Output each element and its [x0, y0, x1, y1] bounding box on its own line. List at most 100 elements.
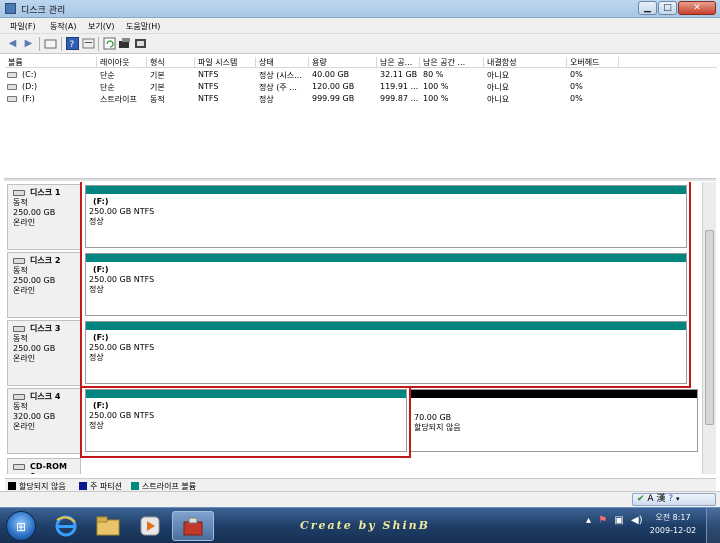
disk-1-size: 250.00 GB — [13, 208, 56, 217]
legend: 할당되지 않음 주 파티션 스트라이프 볼륨 — [5, 478, 716, 491]
volume-icon[interactable]: ◀) — [631, 515, 643, 526]
disk-4-type: 동적 — [13, 402, 28, 411]
disk-3-status: 온라인 — [13, 354, 36, 363]
cell-fault-tolerance: 아니요 — [487, 71, 510, 80]
disk-1-status: 온라인 — [13, 218, 36, 227]
volume-row-f[interactable]: (F:) 스트라이프 동적 NTFS 정상 999.99 GB 999.87 .… — [5, 94, 717, 105]
cell-overhead: 0% — [570, 94, 583, 103]
cell-filesystem: NTFS — [198, 94, 219, 103]
cell-fault-tolerance: 아니요 — [487, 83, 510, 92]
partition-detail: 70.00 GB — [414, 413, 452, 422]
legend-stripe-swatch — [131, 482, 139, 490]
cell-filesystem: NTFS — [198, 70, 219, 79]
disk-2-status: 온라인 — [13, 286, 36, 295]
disk-3-label[interactable]: 디스크 3 동적 250.00 GB 온라인 — [7, 320, 81, 386]
disk-view: 디스크 1 동적 250.00 GB 온라인 (F:) 250.00 GB NT… — [5, 182, 702, 474]
unallocated-bar — [411, 390, 697, 398]
scrollbar-thumb[interactable] — [705, 230, 714, 425]
hard-disk-icon — [13, 394, 25, 400]
cdrom-0-label[interactable]: CD-ROM 0 DVD (E:) — [7, 458, 81, 474]
close-button[interactable]: ✕ — [678, 1, 716, 15]
column-status[interactable]: 상태 — [256, 57, 309, 68]
toolbar-separator — [39, 37, 40, 51]
network-icon[interactable]: ▣ — [614, 515, 623, 526]
volume-list: 볼륨 레이아웃 형식 파일 시스템 상태 용량 남은 공... 남은 공간 ..… — [5, 56, 717, 176]
disk-2-label[interactable]: 디스크 2 동적 250.00 GB 온라인 — [7, 252, 81, 318]
column-capacity[interactable]: 용량 — [309, 57, 377, 68]
title-bar: 디스크 관리 ▁ □ ✕ — [0, 0, 720, 18]
menu-help[interactable]: 도움말(H) — [126, 21, 160, 32]
disk-2-size: 250.00 GB — [13, 276, 56, 285]
disk-3-type: 동적 — [13, 334, 28, 343]
taskbar-internet-explorer[interactable] — [46, 511, 86, 541]
maximize-button[interactable]: □ — [658, 1, 677, 15]
volume-row-c[interactable]: (C:) 단순 기본 NTFS 정상 (시스... 40.00 GB 32.11… — [5, 70, 717, 81]
up-level-icon[interactable] — [44, 37, 57, 50]
help-icon[interactable]: ? — [66, 37, 79, 50]
column-type[interactable]: 형식 — [147, 57, 195, 68]
watermark-text: Create by ShinB — [300, 519, 430, 532]
legend-unallocated-swatch — [8, 482, 16, 490]
disk-4-label[interactable]: 디스크 4 동적 320.00 GB 온라인 — [7, 388, 81, 454]
menu-action[interactable]: 동작(A) — [50, 21, 76, 32]
toolbar-separator — [98, 37, 99, 51]
cdrom-icon — [13, 464, 25, 470]
rescan-disks-icon[interactable] — [118, 37, 131, 50]
cell-capacity: 40.00 GB — [312, 70, 350, 79]
column-filesystem[interactable]: 파일 시스템 — [195, 57, 256, 68]
forward-icon[interactable]: ▶ — [22, 37, 35, 50]
cell-status: 정상 (시스... — [259, 71, 302, 80]
cell-percent-free: 80 % — [423, 70, 444, 79]
cell-layout: 스트라이프 — [100, 95, 137, 104]
properties-icon[interactable] — [82, 37, 95, 50]
highlight-disks-1-3 — [80, 182, 691, 388]
taskbar-computer-management[interactable] — [172, 511, 214, 541]
disk-2-name: 디스크 2 — [30, 256, 61, 265]
disk-name: CD-ROM 0 — [13, 462, 75, 474]
tray-expand-icon[interactable]: ▴ — [586, 515, 591, 526]
ime-options-icon[interactable]: ▾ — [676, 495, 680, 503]
settings-icon[interactable] — [134, 37, 147, 50]
taskbar-explorer[interactable] — [88, 511, 128, 541]
show-desktop-button[interactable] — [706, 508, 720, 543]
ime-help-icon[interactable]: ? — [668, 494, 673, 504]
drive-icon — [7, 96, 17, 102]
disk-1-label[interactable]: 디스크 1 동적 250.00 GB 온라인 — [7, 184, 81, 250]
hard-disk-icon — [13, 190, 25, 196]
disk-management-icon — [5, 3, 16, 14]
volume-row-d[interactable]: (D:) 단순 기본 NTFS 정상 (주 ... 120.00 GB 119.… — [5, 82, 717, 93]
cell-layout: 단순 — [100, 83, 115, 92]
minimize-button[interactable]: ▁ — [638, 1, 657, 15]
column-fault-tolerance[interactable]: 내결함성 — [484, 57, 567, 68]
column-percent-free[interactable]: 남은 공간 ... — [420, 57, 484, 68]
legend-primary-swatch — [79, 482, 87, 490]
refresh-icon[interactable] — [103, 37, 116, 50]
disk-4-size: 320.00 GB — [13, 412, 56, 421]
column-free-space[interactable]: 남은 공... — [377, 57, 420, 68]
start-button[interactable]: ⊞ — [6, 511, 36, 541]
clock[interactable]: 오전 8:17 2009-12-02 — [646, 511, 700, 537]
column-layout[interactable]: 레이아웃 — [97, 57, 147, 68]
action-center-icon[interactable]: ⚑ — [598, 515, 607, 526]
cell-capacity: 999.99 GB — [312, 94, 355, 103]
disk-view-scrollbar[interactable] — [702, 182, 716, 474]
pane-splitter[interactable] — [4, 178, 716, 181]
menu-view[interactable]: 보기(V) — [88, 21, 114, 32]
system-tray: ▴ ⚑ ▣ ◀) — [586, 515, 643, 526]
cell-percent-free: 100 % — [423, 82, 449, 91]
back-icon[interactable]: ◀ — [6, 37, 19, 50]
cell-volume: (F:) — [22, 94, 35, 103]
column-volume[interactable]: 볼륨 — [5, 57, 97, 68]
menu-file[interactable]: 파일(F) — [10, 21, 36, 32]
taskbar-media-player[interactable] — [130, 511, 170, 541]
ime-language-bar[interactable]: ✔ A 漢 ? ▾ — [632, 493, 716, 506]
clock-date: 2009-12-02 — [649, 526, 697, 535]
cell-overhead: 0% — [570, 82, 583, 91]
disk-1-type: 동적 — [13, 198, 28, 207]
column-overhead[interactable]: 오버헤드 — [567, 57, 619, 68]
disk-name: 디스크 3 — [13, 324, 75, 334]
partition-status: 할당되지 않음 — [414, 423, 461, 432]
volume-list-header: 볼륨 레이아웃 형식 파일 시스템 상태 용량 남은 공... 남은 공간 ..… — [5, 56, 717, 68]
disk-4-unallocated[interactable]: 70.00 GB 할당되지 않음 — [410, 389, 698, 452]
cell-free-space: 32.11 GB — [380, 70, 418, 79]
